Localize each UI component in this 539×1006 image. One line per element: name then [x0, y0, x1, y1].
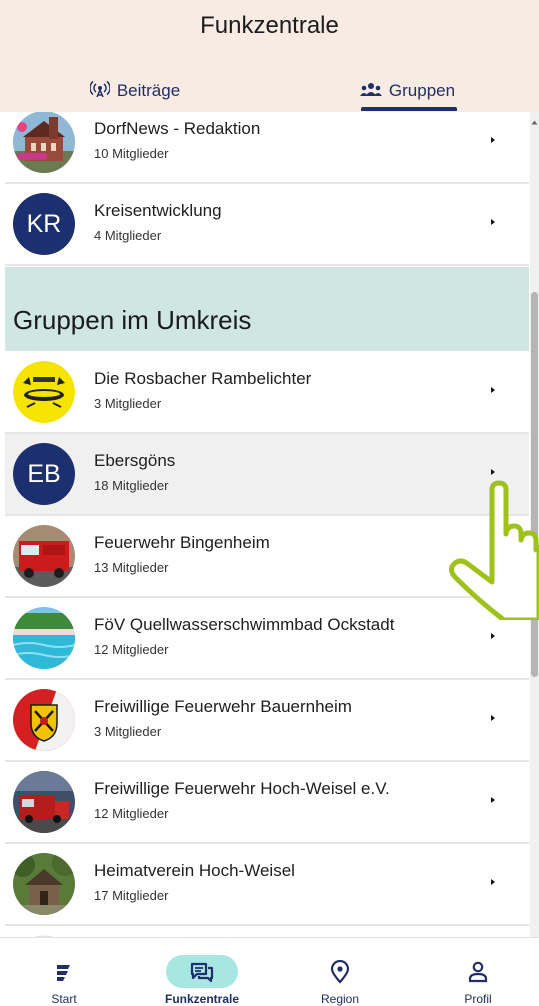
member-count: 17 Mitglieder — [94, 888, 169, 903]
list-item[interactable]: Freiwillige Feuerwehr Hoch-Weisel e.V. 1… — [5, 762, 529, 844]
pool-photo-avatar — [13, 607, 75, 669]
member-count: 12 Mitglieder — [94, 642, 169, 657]
chevron-right-icon — [487, 214, 499, 230]
group-name: Die Rosbacher Rambelichter — [94, 369, 312, 388]
section-header: Gruppen im Umkreis — [5, 267, 529, 351]
member-count: 13 Mitglieder — [94, 560, 169, 575]
nav-label: Start — [51, 992, 77, 1006]
bottom-navigation: Start Funkzentrale Region Profil — [0, 937, 539, 1006]
tab-gruppen-label: Gruppen — [388, 81, 456, 100]
group-name: Kreisentwicklung — [94, 201, 222, 220]
tab-gruppen[interactable]: Gruppen — [345, 72, 470, 110]
nav-label: Funkzentrale — [164, 992, 239, 1006]
chevron-right-icon — [487, 874, 499, 890]
scrollbar-thumb[interactable] — [531, 292, 538, 677]
nav-region[interactable]: Region — [298, 938, 382, 1006]
yellow-logo-avatar — [13, 361, 75, 423]
chevron-right-icon — [487, 464, 499, 480]
broadcast-icon — [89, 80, 111, 103]
nav-funkzentrale[interactable]: Funkzentrale — [156, 938, 248, 1006]
nav-start[interactable]: Start — [22, 938, 106, 1006]
hut-photo-avatar — [13, 853, 75, 915]
location-pin-icon — [330, 955, 350, 988]
chevron-right-icon — [487, 710, 499, 726]
page-title: Funkzentrale — [200, 12, 339, 39]
group-list[interactable]: DorfNews - Redaktion 10 Mitglieder KR Kr… — [0, 112, 539, 937]
member-count: 3 Mitglieder — [94, 396, 162, 411]
list-item[interactable]: Feuerwehr Bingenheim 13 Mitglieder — [5, 516, 529, 598]
chevron-right-icon — [487, 628, 499, 644]
scrollbar[interactable] — [530, 112, 539, 937]
member-count: 12 Mitglieder — [94, 806, 169, 821]
nav-label: Region — [320, 992, 360, 1006]
member-count: 18 Mitglieder — [94, 478, 169, 493]
nav-profil[interactable]: Profil — [436, 938, 520, 1006]
church-photo-avatar — [13, 112, 75, 173]
member-count: 10 Mitglieder — [94, 146, 169, 161]
person-icon — [468, 955, 488, 988]
scroll-up-arrow-icon[interactable] — [531, 118, 538, 126]
chevron-right-icon — [487, 382, 499, 398]
section-title: Gruppen im Umkreis — [13, 305, 252, 335]
fire-crest-logo-avatar — [13, 689, 75, 751]
avatar-initials: EB — [13, 443, 75, 505]
start-icon — [55, 955, 73, 988]
group-name: Ebersgöns — [94, 451, 176, 470]
list-item[interactable]: KR Kreisentwicklung 4 Mitglieder — [5, 184, 529, 266]
chevron-right-icon — [487, 792, 499, 808]
list-item[interactable] — [5, 926, 529, 937]
app-header: Funkzentrale Beiträge Gruppen — [0, 0, 539, 112]
list-item[interactable]: Heimatverein Hoch-Weisel 17 Mitglieder — [5, 844, 529, 926]
tab-beitraege[interactable]: Beiträge — [60, 72, 210, 110]
list-item[interactable]: Freiwillige Feuerwehr Bauernheim 3 Mitgl… — [5, 680, 529, 762]
chevron-right-icon — [487, 546, 499, 562]
group-name: Freiwillige Feuerwehr Hoch-Weisel e.V. — [94, 779, 390, 798]
fire-station-photo-avatar — [13, 771, 75, 833]
member-count: 4 Mitglieder — [94, 228, 162, 243]
chevron-right-icon — [487, 132, 499, 148]
member-count: 3 Mitglieder — [94, 724, 162, 739]
group-name: Freiwillige Feuerwehr Bauernheim — [94, 697, 352, 716]
nav-label: Profil — [464, 992, 492, 1006]
tab-selected-indicator — [361, 107, 457, 111]
group-name: Feuerwehr Bingenheim — [94, 533, 270, 552]
list-item[interactable]: DorfNews - Redaktion 10 Mitglieder — [5, 112, 529, 184]
chat-icon — [166, 955, 238, 988]
list-item[interactable]: FöV Quellwasserschwimmbad Ockstadt 12 Mi… — [5, 598, 529, 680]
list-item[interactable]: Die Rosbacher Rambelichter 3 Mitglieder — [5, 352, 529, 434]
fire-truck-photo-avatar — [13, 525, 75, 587]
tab-beitraege-label: Beiträge — [116, 81, 181, 100]
group-name: FöV Quellwasserschwimmbad Ockstadt — [94, 615, 395, 634]
group-name: DorfNews - Redaktion — [94, 119, 261, 138]
list-item[interactable]: EB Ebersgöns 18 Mitglieder — [5, 434, 529, 516]
people-icon — [359, 81, 382, 102]
group-name: Heimatverein Hoch-Weisel — [94, 861, 295, 880]
avatar-initials: KR — [13, 193, 75, 255]
